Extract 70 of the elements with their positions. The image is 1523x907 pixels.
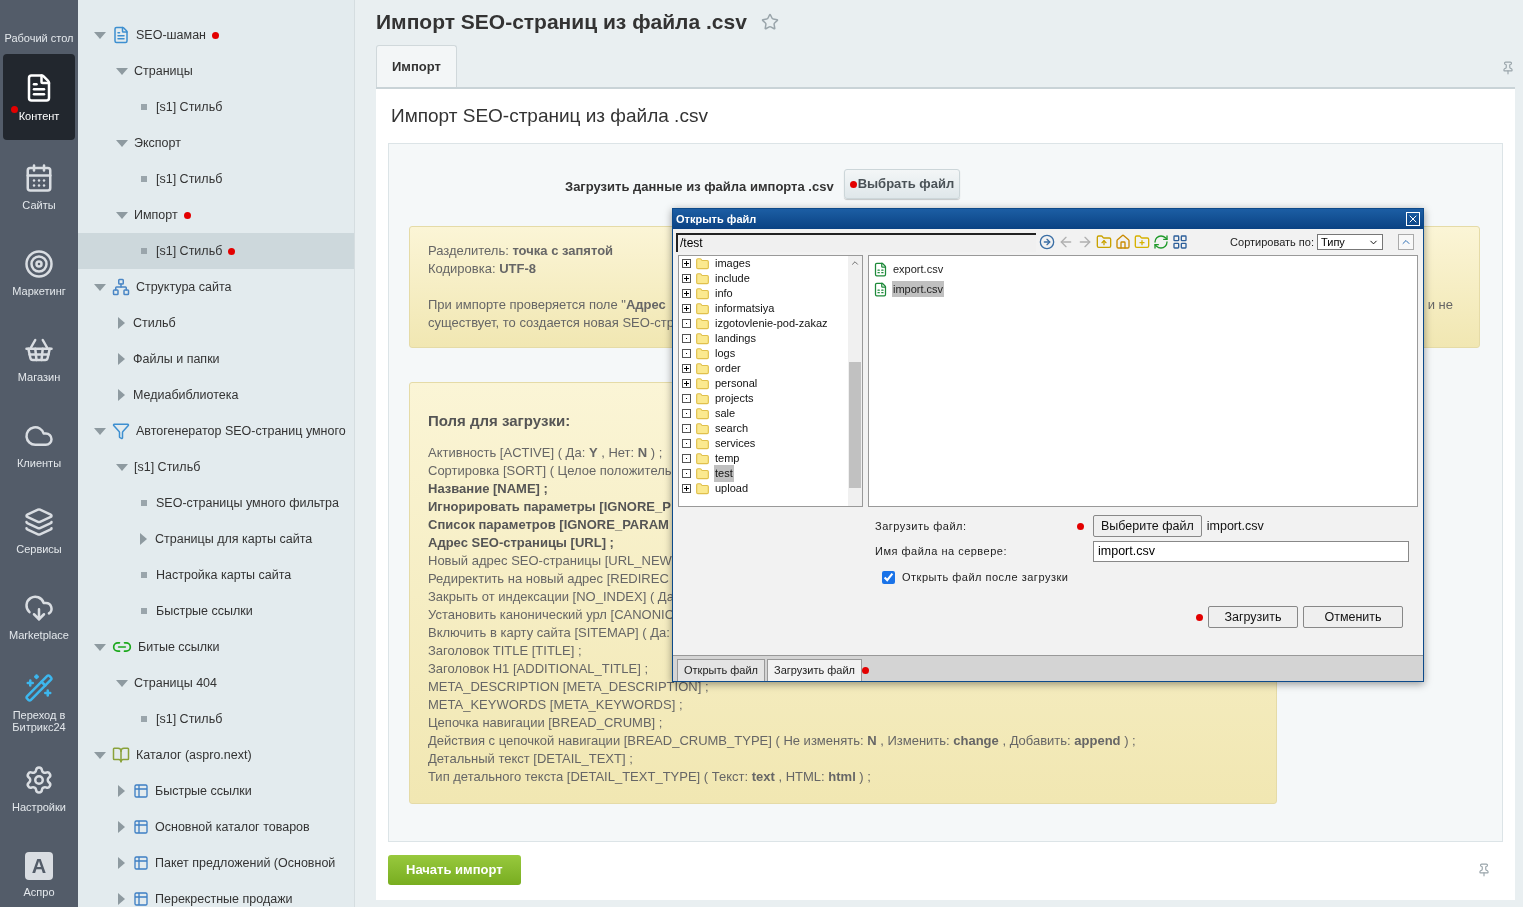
info-line: и не [1427,296,1453,314]
nav-label: Контент [17,110,61,122]
page-title: Импорт SEO-страниц из файла .csv [376,9,747,36]
section-heading: Импорт SEO-страниц из файла .csv [390,103,709,128]
tree-item-label: Пакет предложений (Основной [155,854,336,872]
tree-item-label: Перекрестные продажи [155,890,293,907]
tree-item-label: Стильб [133,314,176,332]
info-line: Кодировка: UTF-8 [428,260,536,278]
tree-item-label: Файлы и папки [133,350,220,368]
nav-label: Клиенты [15,457,63,469]
tree-item-label: SEO-шаман [136,26,206,44]
open-after-upload-label: Открыть файл после загрузки [902,569,1069,585]
tree-item-label: [s1] Стильб [156,710,223,728]
tree-item-label: Основной каталог товаров [155,818,310,836]
field-line: Цепочка навигации [BREAD_CRUMB] ; [428,714,663,732]
tree-item-label: Импорт [134,206,178,224]
tree-item-label: Каталог (aspro.next) [136,746,252,764]
info-line: При импорте проверяется поле "Адрес [428,296,666,314]
field-line: Игнорировать параметры [IGNORE_P [428,498,671,516]
field-line: Заголовок TITLE [TITLE] ; [428,642,582,660]
tree-item-label: Быстрые ссылки [155,782,252,800]
nav-label: Рабочий стол [4,32,74,44]
dialog-title: Открыть файл [676,211,757,227]
field-line: Детальный текст [DETAIL_TEXT] ; [428,750,633,768]
nav-label: Маркетинг [11,285,67,297]
nav-label: Сайты [21,199,57,211]
tree-item-label: Страницы 404 [134,674,217,692]
field-line: Название [NAME] ; [428,480,548,498]
tree-item-label: Страницы для карты сайта [155,530,313,548]
tree-item-label: Структура сайта [136,278,232,296]
tree-item-label: Быстрые ссылки [156,602,253,620]
tree-item-label: Автогенератор SEO-страниц умного [136,422,346,440]
field-line: Действия с цепочкой навигации [BREAD_CRUMB_TYPE] ( Не изменять: N , Изменить: change , Добавить: append ) ; [428,732,1136,750]
field-line: Активность [ACTIVE] ( Да: Y , Нет: N ) ; [428,444,663,462]
letter-icon: A [25,852,53,880]
upload-data-label: Загрузить данные из файла импорта .csv [565,178,834,196]
nav-label: Аспро [22,886,56,898]
tree-item-label: Экспорт [134,134,181,152]
field-line: Тип детального текста [DETAIL_TEXT_TYPE] ( Текст: text , HTML: html ) ; [428,768,871,786]
field-line: Установить канонический урл [CANONIC [428,606,675,624]
tree-item-label: Настройка карты сайта [156,566,292,584]
field-line: META_DESCRIPTION [META_DESCRIPTION] ; [428,678,709,696]
tree-item-label: Битые ссылки [138,638,220,656]
field-line: Адрес SEO-страницы [URL] ; [428,534,614,552]
tree-item-label: [s1] Стильб [156,98,223,116]
nav-label: Сервисы [15,543,63,555]
fields-title: Поля для загрузки: [428,412,571,430]
upload-file-label: Загрузить файл: [875,518,968,534]
server-file-name-label: Имя файла на сервере: [875,543,1008,559]
field-line: META_KEYWORDS [META_KEYWORDS] ; [428,696,683,714]
sort-label: Сортировать по: [1230,234,1314,250]
tree-item-label: [s1] Стильб [156,170,223,188]
tree-item-label: Медиабиблиотека [133,386,239,404]
field-line: Заголовок H1 [ADDITIONAL_TITLE] ; [428,660,649,678]
tree-item-label: [s1] Стильб [156,242,223,260]
tree-item-label: Страницы [134,62,193,80]
field-line: Редиректить на новый адрес [REDIREC [428,570,669,588]
tree-item-label: [s1] Стильб [134,458,201,476]
field-line: Сортировка [SORT] ( Целое положитель [428,462,672,480]
field-line: Новый адрес SEO-страницы [URL_NEW [428,552,672,570]
nav-label: Магазин [16,371,62,383]
field-line: Список параметров [IGNORE_PARAM [428,516,669,534]
nav-label: Переход в Битрикс24 [11,709,67,733]
field-line: Включить в карту сайта [SITEMAP] ( Да: [428,624,670,642]
chosen-file-name: import.csv [1206,517,1264,535]
nav-label: Настройки [11,801,67,813]
info-line: Разделитель: точка с запятой [428,242,614,260]
info-line: существует, то создается новая SEO-стр [428,314,674,332]
tree-item-label: SEO-страницы умного фильтра [156,494,339,512]
nav-label: Marketplace [8,629,70,641]
